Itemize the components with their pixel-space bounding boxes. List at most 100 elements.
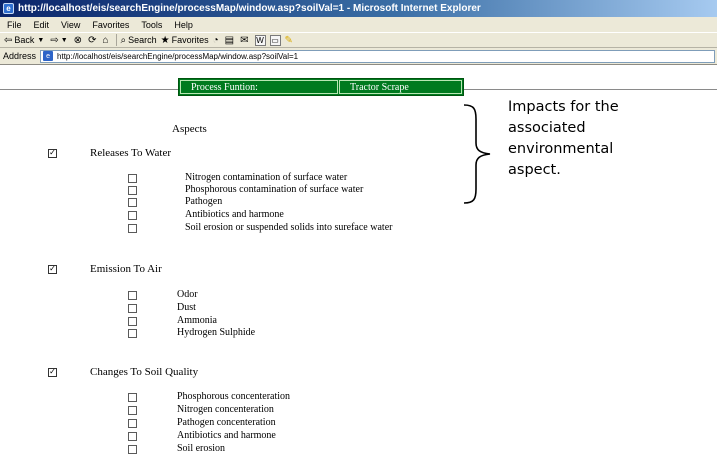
impact-item: Hydrogen Sulphide [128, 327, 255, 339]
curly-brace-icon [463, 104, 491, 204]
aspect-checkbox[interactable]: ✓ [48, 148, 57, 158]
aspect-label: Changes To Soil Quality [90, 366, 199, 378]
home-icon: ⌂ [102, 34, 109, 46]
impact-label: Pathogen [185, 196, 223, 207]
impact-checkbox[interactable] [128, 392, 137, 402]
impact-label: Hydrogen Sulphide [177, 327, 256, 338]
impact-checkbox[interactable] [128, 303, 137, 313]
back-button[interactable]: ⇦ Back ▼ [4, 35, 46, 46]
refresh-icon: ⟳ [88, 34, 97, 46]
back-label: Back [14, 35, 35, 45]
refresh-button[interactable]: ⟳ [88, 35, 98, 46]
edit-icon[interactable]: W [254, 34, 266, 46]
impact-item: Pathogen concenteration [128, 417, 276, 429]
impact-item: Ammonia [128, 315, 217, 327]
annotation-line: associated [508, 120, 586, 136]
ie-icon: e [3, 3, 14, 14]
impact-checkbox[interactable] [128, 173, 137, 183]
impact-checkbox[interactable] [128, 431, 137, 441]
process-function-table: Process Funtion: Tractor Scrape [178, 78, 464, 96]
impact-label: Antibiotics and harmone [177, 430, 276, 441]
menu-bar: File Edit View Favorites Tools Help [0, 17, 717, 32]
stop-icon: ⊗ [73, 34, 83, 46]
impact-checkbox[interactable] [128, 210, 137, 220]
process-function-label: Process Funtion: [180, 80, 338, 94]
impact-checkbox[interactable] [128, 328, 137, 338]
address-input[interactable]: e http://localhost/eis/searchEngine/proc… [40, 49, 715, 63]
mail-button[interactable]: ✉ [240, 35, 250, 46]
toolbar-divider [115, 34, 117, 46]
impact-item: Antibiotics and harmone [128, 430, 276, 442]
impact-checkbox[interactable] [128, 418, 137, 428]
dropdown-arrow-icon: ▼ [60, 36, 68, 44]
search-icon: ⌕ [120, 34, 127, 46]
impact-checkbox[interactable] [128, 316, 137, 326]
impact-item: Soil erosion or suspended solids into su… [128, 222, 392, 234]
impact-checkbox[interactable] [128, 290, 137, 300]
address-label: Address [3, 51, 37, 61]
impact-item: Soil erosion [128, 443, 225, 455]
aspect-emission-to-air: ✓ Emission To Air [48, 263, 162, 275]
window-title: http://localhost/eis/searchEngine/proces… [18, 3, 481, 14]
impact-checkbox[interactable] [128, 223, 137, 233]
forward-button[interactable]: ⇨ ▼ [50, 35, 69, 46]
messenger-icon: ✎ [284, 34, 293, 46]
impact-item: Dust [128, 302, 196, 314]
print-icon[interactable]: ▭ [269, 34, 281, 46]
media-button[interactable]: ◔ [213, 35, 221, 46]
menu-favorites[interactable]: Favorites [92, 20, 129, 30]
menu-tools[interactable]: Tools [141, 20, 162, 30]
impact-label: Dust [177, 302, 196, 313]
aspect-checkbox[interactable]: ✓ [48, 367, 57, 377]
process-function-value: Tractor Scrape [339, 80, 462, 94]
impact-label: Phosphorous concenteration [177, 391, 291, 402]
annotation-note: Impacts for the associated environmental… [508, 97, 683, 181]
history-icon: ▤ [224, 34, 235, 46]
impact-label: Nitrogen contamination of surface water [185, 172, 348, 183]
menu-file[interactable]: File [7, 20, 22, 30]
menu-view[interactable]: View [61, 20, 80, 30]
back-arrow-icon: ⇦ [4, 34, 13, 46]
impact-label: Soil erosion [177, 443, 226, 454]
search-button[interactable]: ⌕ Search [121, 35, 157, 46]
favorites-label: Favorites [171, 35, 209, 45]
dropdown-arrow-icon: ▼ [37, 36, 45, 44]
impact-item: Nitrogen concenteration [128, 404, 274, 416]
impact-label: Antibiotics and harmone [185, 209, 284, 220]
window-titlebar: e http://localhost/eis/searchEngine/proc… [0, 0, 717, 17]
impact-checkbox[interactable] [128, 185, 137, 195]
aspect-label: Releases To Water [90, 147, 172, 159]
impact-label: Ammonia [177, 315, 217, 326]
standard-toolbar: ⇦ Back ▼ ⇨ ▼ ⊗ ⟳ ⌂ ⌕ Search ★ Favorites … [0, 32, 717, 48]
home-button[interactable]: ⌂ [102, 35, 110, 46]
forward-arrow-icon: ⇨ [50, 34, 59, 46]
impact-item: Antibiotics and harmone [128, 209, 284, 221]
mail-icon: ✉ [240, 34, 249, 46]
aspect-checkbox[interactable]: ✓ [48, 264, 57, 274]
impact-checkbox[interactable] [128, 197, 137, 207]
media-icon: ◔ [212, 34, 219, 46]
favorites-icon: ★ [160, 34, 170, 46]
impact-item: Nitrogen contamination of surface water [128, 172, 347, 184]
impact-label: Odor [177, 289, 198, 300]
aspect-label: Emission To Air [90, 263, 162, 275]
annotation-line: Impacts for the [508, 99, 619, 115]
aspect-changes-to-soil-quality: ✓ Changes To Soil Quality [48, 366, 198, 378]
impact-item: Phosphorous concenteration [128, 391, 290, 403]
messenger-button[interactable]: ✎ [285, 35, 295, 46]
favorites-button[interactable]: ★ Favorites [161, 35, 209, 46]
impact-item: Pathogen [128, 196, 222, 208]
impact-item: Phosphorous contamination of surface wat… [128, 184, 363, 196]
stop-button[interactable]: ⊗ [74, 35, 84, 46]
impact-checkbox[interactable] [128, 444, 137, 454]
address-bar: Address e http://localhost/eis/searchEng… [0, 48, 717, 65]
menu-edit[interactable]: Edit [34, 20, 50, 30]
annotation-line: aspect. [508, 162, 561, 178]
impact-label: Pathogen concenteration [177, 417, 276, 428]
menu-help[interactable]: Help [174, 20, 193, 30]
history-button[interactable]: ▤ [225, 35, 236, 46]
annotation-line: environmental [508, 141, 614, 157]
impact-checkbox[interactable] [128, 405, 137, 415]
impact-item: Odor [128, 289, 198, 301]
aspects-heading: Aspects [172, 123, 207, 135]
